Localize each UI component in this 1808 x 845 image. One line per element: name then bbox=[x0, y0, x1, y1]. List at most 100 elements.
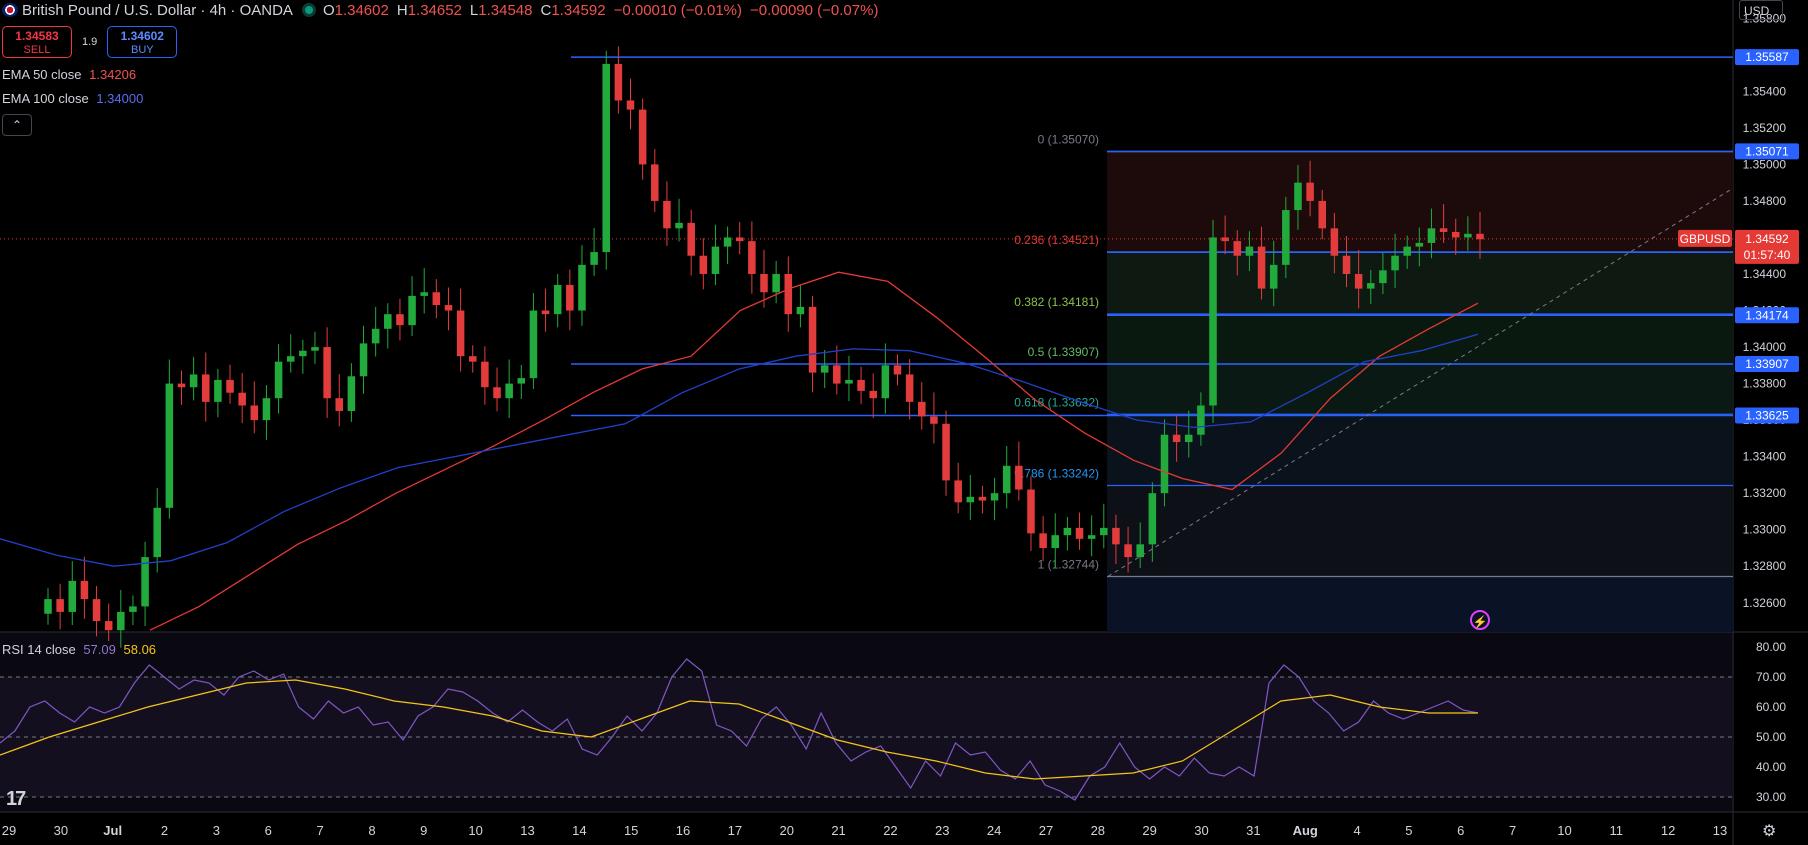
candle-body bbox=[432, 292, 441, 306]
candle-body bbox=[408, 295, 416, 326]
currency-selector[interactable]: USD bbox=[1739, 0, 1783, 20]
time-axis-tick: 30 bbox=[1194, 823, 1208, 838]
candle-body bbox=[1354, 273, 1363, 289]
symbol-title[interactable]: British Pound / U.S. Dollar · 4h · OANDA bbox=[22, 2, 293, 19]
candle-body bbox=[1124, 544, 1132, 558]
candle-body bbox=[602, 63, 610, 253]
candle-body bbox=[966, 496, 975, 503]
candle-body bbox=[1197, 405, 1205, 435]
candle-body bbox=[493, 387, 501, 399]
time-axis-tick: 17 bbox=[728, 823, 742, 838]
candle-body bbox=[1476, 233, 1484, 240]
candle-body bbox=[893, 365, 902, 375]
candle-body bbox=[808, 306, 817, 373]
candle-body bbox=[335, 398, 344, 411]
price-axis-tick: 1.35400 bbox=[1743, 84, 1787, 98]
ema100-legend[interactable]: EMA 100 close 1.34000 bbox=[2, 91, 143, 106]
candle-body bbox=[1063, 527, 1072, 536]
candle-body bbox=[651, 164, 659, 201]
price-axis-tick: 1.34000 bbox=[1743, 340, 1787, 354]
price-axis-tick: 1.33000 bbox=[1743, 523, 1787, 537]
candle-body bbox=[1100, 527, 1108, 536]
fib-level-label: 1 (1.32744) bbox=[1038, 557, 1099, 571]
candle-body bbox=[553, 284, 562, 315]
candle-body bbox=[1306, 182, 1314, 201]
candle-body bbox=[1184, 434, 1193, 443]
candle-body bbox=[141, 557, 149, 607]
time-axis-tick: 30 bbox=[54, 823, 68, 838]
candle-body bbox=[541, 310, 550, 315]
candle-body bbox=[347, 376, 356, 411]
candle-body bbox=[56, 599, 64, 612]
time-axis-tick: 13 bbox=[520, 823, 534, 838]
candle-body bbox=[796, 306, 805, 315]
time-axis-tick: 24 bbox=[987, 823, 1001, 838]
price-axis-tick: 1.34800 bbox=[1743, 194, 1787, 208]
time-axis-tick: 4 bbox=[1353, 823, 1360, 838]
tradingview-logo-icon[interactable]: 17 bbox=[6, 788, 26, 811]
buy-button[interactable]: 1.34602 BUY bbox=[107, 26, 178, 58]
price-tag-label: 1.34174 bbox=[1745, 308, 1789, 322]
candle-body bbox=[384, 314, 392, 329]
candle-body bbox=[1112, 527, 1120, 545]
candle-body bbox=[202, 374, 210, 402]
candle-body bbox=[918, 401, 926, 417]
candle-body bbox=[954, 480, 962, 503]
price-axis-tick: 1.32800 bbox=[1743, 559, 1787, 573]
time-axis-tick: 13 bbox=[1713, 823, 1727, 838]
candle-body bbox=[1403, 246, 1411, 256]
candle-body bbox=[68, 580, 77, 612]
rsi-axis-tick: 40.00 bbox=[1756, 760, 1786, 774]
candle-body bbox=[1427, 228, 1436, 243]
ema50-legend[interactable]: EMA 50 close 1.34206 bbox=[2, 67, 136, 82]
candle-body bbox=[699, 255, 708, 274]
candle-body bbox=[371, 328, 380, 344]
candle-body bbox=[1221, 237, 1229, 242]
candle-body bbox=[1451, 231, 1460, 238]
time-axis-tick: 6 bbox=[1457, 823, 1464, 838]
rsi-axis-tick: 70.00 bbox=[1756, 670, 1786, 684]
candle-body bbox=[420, 292, 428, 296]
time-axis-tick: 15 bbox=[624, 823, 638, 838]
candle-body bbox=[772, 273, 780, 293]
candle-body bbox=[869, 390, 877, 399]
price-axis-tick: 1.34400 bbox=[1743, 267, 1787, 281]
time-axis-tick: Jul bbox=[103, 823, 122, 838]
candle-body bbox=[44, 599, 52, 614]
candle-body bbox=[517, 378, 526, 384]
candle-body bbox=[1415, 242, 1424, 247]
candle-body bbox=[978, 496, 987, 501]
current-price-label: 1.34592 bbox=[1745, 232, 1789, 246]
time-axis-tick: 21 bbox=[831, 823, 845, 838]
symbol-tag-label: GBPUSD bbox=[1680, 232, 1731, 246]
candle-body bbox=[1439, 228, 1448, 232]
candle-body bbox=[663, 200, 671, 229]
candle-body bbox=[250, 405, 259, 421]
price-axis-tick: 1.33200 bbox=[1743, 486, 1787, 500]
fib-zone bbox=[1107, 151, 1733, 252]
time-axis-tick: 29 bbox=[1142, 823, 1156, 838]
candle-body bbox=[468, 356, 477, 362]
settings-gear-icon[interactable]: ⚙ bbox=[1762, 821, 1776, 841]
ohlc-close: C1.34592 bbox=[540, 1, 606, 19]
fib-zone-extension bbox=[1107, 576, 1733, 632]
collapse-legend-button[interactable]: ⌃ bbox=[2, 114, 32, 136]
rsi-axis-tick: 50.00 bbox=[1756, 730, 1786, 744]
candle-body bbox=[833, 365, 841, 384]
candle-body bbox=[359, 343, 368, 377]
candle-body bbox=[529, 310, 538, 379]
price-axis-tick: 1.35000 bbox=[1743, 157, 1787, 171]
sell-button[interactable]: 1.34583 SELL bbox=[2, 26, 72, 58]
ohlc-low: L1.34548 bbox=[469, 1, 533, 19]
candle-body bbox=[80, 580, 89, 600]
time-axis-tick: 3 bbox=[213, 823, 220, 838]
time-axis-tick: 28 bbox=[1091, 823, 1105, 838]
flash-alert-icon[interactable]: ⚡ bbox=[1470, 610, 1490, 630]
time-axis-tick: 2 bbox=[161, 823, 168, 838]
candle-body bbox=[1379, 270, 1387, 284]
market-status-icon bbox=[304, 6, 313, 14]
candle-body bbox=[1075, 527, 1084, 539]
rsi-legend[interactable]: RSI 14 close 57.09 58.06 bbox=[2, 642, 156, 657]
price-axis-tick: 1.33400 bbox=[1743, 450, 1787, 464]
price-chart[interactable]: 0 (1.35070) 0.236 (1.34521) 0.382 (1.34181… bbox=[0, 0, 1808, 845]
